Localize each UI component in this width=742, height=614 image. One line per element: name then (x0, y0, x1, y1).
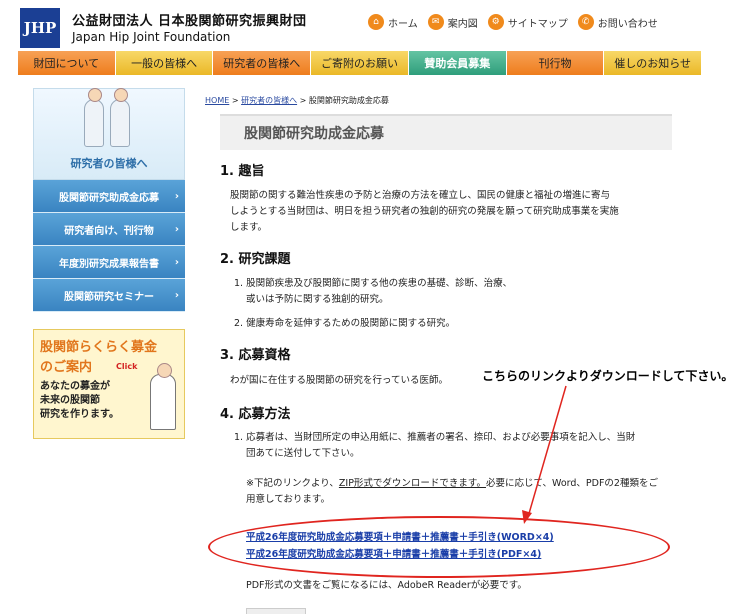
annotation-arrow (522, 385, 567, 524)
